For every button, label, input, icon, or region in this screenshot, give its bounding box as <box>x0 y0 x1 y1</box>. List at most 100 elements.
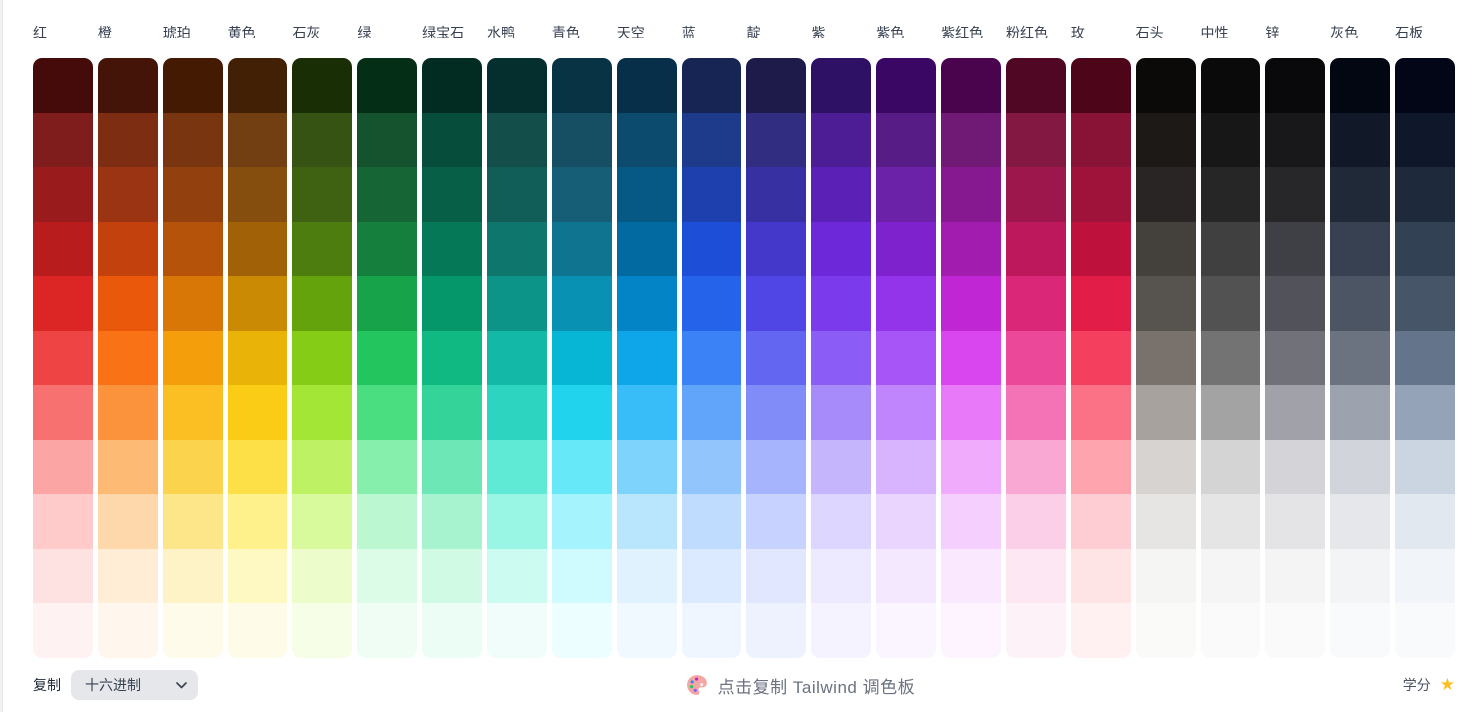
swatch-indigo-600[interactable] <box>746 276 807 331</box>
swatch-blue-400[interactable] <box>681 385 742 440</box>
swatch-rose-300[interactable] <box>1070 439 1131 495</box>
swatch-slate-400[interactable] <box>1395 385 1455 440</box>
swatch-indigo-500[interactable] <box>746 330 807 386</box>
swatch-cyan-500[interactable] <box>551 330 612 386</box>
swatch-blue-700[interactable] <box>681 221 742 277</box>
swatch-amber-950[interactable] <box>162 58 223 113</box>
swatch-cyan-300[interactable] <box>551 439 612 495</box>
swatch-teal-400[interactable] <box>487 385 547 440</box>
swatch-sky-950[interactable] <box>616 58 677 113</box>
swatch-cyan-900[interactable] <box>551 112 612 168</box>
swatch-purple-100[interactable] <box>876 548 937 604</box>
swatch-indigo-400[interactable] <box>746 385 807 440</box>
swatch-sky-500[interactable] <box>616 330 677 386</box>
swatch-green-200[interactable] <box>357 494 418 549</box>
swatch-purple-600[interactable] <box>876 276 937 331</box>
swatch-gray-700[interactable] <box>1330 221 1391 277</box>
swatch-orange-500[interactable] <box>97 330 158 386</box>
swatch-lime-50[interactable] <box>292 603 353 658</box>
swatch-fuchsia-400[interactable] <box>941 385 1001 440</box>
swatch-orange-950[interactable] <box>97 58 158 113</box>
swatch-cyan-800[interactable] <box>551 167 612 222</box>
swatch-blue-800[interactable] <box>681 167 742 222</box>
swatch-pink-700[interactable] <box>1005 221 1066 277</box>
credits-link[interactable]: 学分 ★ <box>1403 675 1455 695</box>
swatch-neutral-500[interactable] <box>1200 330 1261 386</box>
swatch-purple-800[interactable] <box>876 167 937 222</box>
swatch-yellow-400[interactable] <box>227 385 288 440</box>
swatch-red-700[interactable] <box>33 221 93 277</box>
swatch-yellow-800[interactable] <box>227 167 288 222</box>
swatch-blue-300[interactable] <box>681 439 742 495</box>
swatch-green-950[interactable] <box>357 58 418 113</box>
swatch-lime-800[interactable] <box>292 167 353 222</box>
swatch-stone-700[interactable] <box>1135 221 1196 277</box>
swatch-lime-950[interactable] <box>292 58 353 113</box>
swatch-teal-700[interactable] <box>487 221 547 277</box>
swatch-blue-50[interactable] <box>681 603 742 658</box>
swatch-sky-50[interactable] <box>616 603 677 658</box>
swatch-pink-200[interactable] <box>1005 494 1066 549</box>
swatch-emerald-300[interactable] <box>422 439 483 495</box>
swatch-violet-50[interactable] <box>811 603 872 658</box>
swatch-zinc-50[interactable] <box>1265 603 1326 658</box>
swatch-purple-700[interactable] <box>876 221 937 277</box>
swatch-emerald-500[interactable] <box>422 330 483 386</box>
swatch-gray-200[interactable] <box>1330 494 1391 549</box>
swatch-amber-50[interactable] <box>162 603 223 658</box>
swatch-rose-700[interactable] <box>1070 221 1131 277</box>
swatch-indigo-300[interactable] <box>746 439 807 495</box>
swatch-neutral-700[interactable] <box>1200 221 1261 277</box>
swatch-gray-400[interactable] <box>1330 385 1391 440</box>
swatch-red-100[interactable] <box>33 548 93 604</box>
swatch-rose-400[interactable] <box>1070 385 1131 440</box>
swatch-indigo-700[interactable] <box>746 221 807 277</box>
swatch-purple-50[interactable] <box>876 603 937 658</box>
swatch-fuchsia-50[interactable] <box>941 603 1001 658</box>
swatch-lime-700[interactable] <box>292 221 353 277</box>
swatch-yellow-700[interactable] <box>227 221 288 277</box>
swatch-stone-400[interactable] <box>1135 385 1196 440</box>
swatch-rose-50[interactable] <box>1070 603 1131 658</box>
swatch-indigo-800[interactable] <box>746 167 807 222</box>
swatch-yellow-600[interactable] <box>227 276 288 331</box>
swatch-indigo-50[interactable] <box>746 603 807 658</box>
swatch-emerald-400[interactable] <box>422 385 483 440</box>
swatch-rose-500[interactable] <box>1070 330 1131 386</box>
swatch-fuchsia-700[interactable] <box>941 221 1001 277</box>
swatch-red-950[interactable] <box>33 58 93 113</box>
swatch-slate-200[interactable] <box>1395 494 1455 549</box>
swatch-yellow-950[interactable] <box>227 58 288 113</box>
swatch-cyan-700[interactable] <box>551 221 612 277</box>
swatch-amber-700[interactable] <box>162 221 223 277</box>
swatch-rose-200[interactable] <box>1070 494 1131 549</box>
swatch-yellow-50[interactable] <box>227 603 288 658</box>
swatch-slate-600[interactable] <box>1395 276 1455 331</box>
swatch-stone-500[interactable] <box>1135 330 1196 386</box>
swatch-fuchsia-600[interactable] <box>941 276 1001 331</box>
swatch-slate-300[interactable] <box>1395 439 1455 495</box>
swatch-purple-200[interactable] <box>876 494 937 549</box>
swatch-zinc-500[interactable] <box>1265 330 1326 386</box>
swatch-neutral-200[interactable] <box>1200 494 1261 549</box>
swatch-pink-400[interactable] <box>1005 385 1066 440</box>
copy-format-select[interactable]: 十六进制 <box>71 670 198 700</box>
swatch-rose-950[interactable] <box>1070 58 1131 113</box>
swatch-fuchsia-300[interactable] <box>941 439 1001 495</box>
swatch-neutral-50[interactable] <box>1200 603 1261 658</box>
swatch-sky-400[interactable] <box>616 385 677 440</box>
swatch-violet-400[interactable] <box>811 385 872 440</box>
swatch-zinc-400[interactable] <box>1265 385 1326 440</box>
swatch-amber-500[interactable] <box>162 330 223 386</box>
swatch-pink-500[interactable] <box>1005 330 1066 386</box>
swatch-rose-600[interactable] <box>1070 276 1131 331</box>
swatch-green-900[interactable] <box>357 112 418 168</box>
swatch-fuchsia-500[interactable] <box>941 330 1001 386</box>
swatch-cyan-200[interactable] <box>551 494 612 549</box>
swatch-amber-300[interactable] <box>162 439 223 495</box>
swatch-rose-800[interactable] <box>1070 167 1131 222</box>
swatch-emerald-50[interactable] <box>422 603 483 658</box>
swatch-sky-900[interactable] <box>616 112 677 168</box>
swatch-neutral-600[interactable] <box>1200 276 1261 331</box>
swatch-slate-500[interactable] <box>1395 330 1455 386</box>
